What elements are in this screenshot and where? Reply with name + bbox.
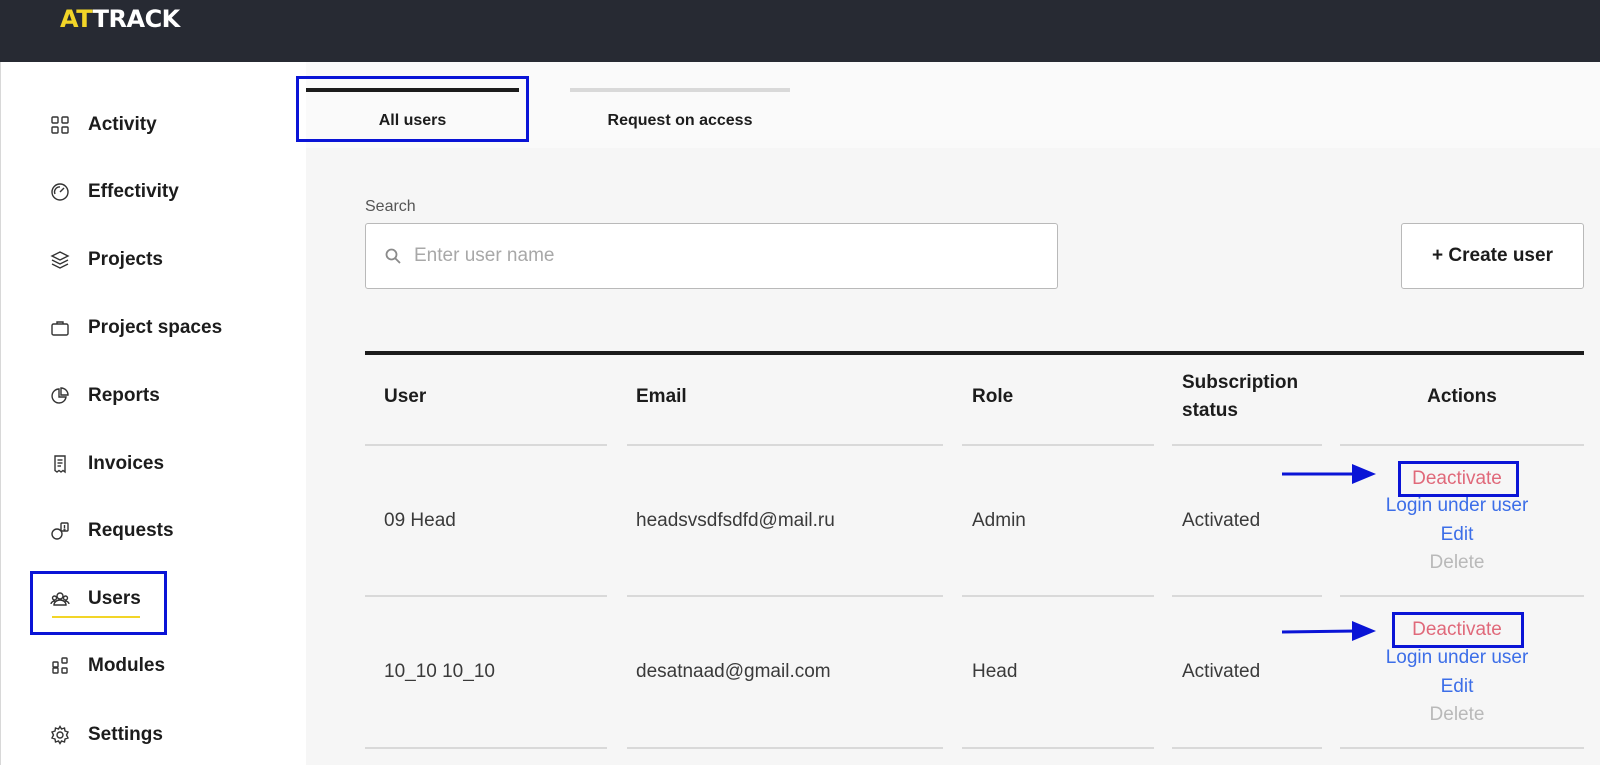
all-users-highlight-box (296, 76, 529, 142)
cell-divider (365, 444, 607, 446)
cell-user: 09 Head (384, 510, 456, 531)
cell-divider (365, 595, 607, 597)
cell-divider (962, 747, 1154, 749)
cell-divider (1340, 747, 1584, 749)
sidebar-item-requests[interactable]: Requests (50, 511, 174, 551)
column-header-actions: Actions (1427, 386, 1497, 407)
tab-indicator (570, 88, 790, 92)
cell-divider (962, 444, 1154, 446)
arrow-pointer-icon (1282, 464, 1376, 484)
login-under-user-link[interactable]: Login under user (1357, 494, 1557, 518)
column-header-email: Email (636, 386, 687, 407)
cell-subscription-status: Activated (1182, 510, 1261, 531)
app-logo[interactable]: ATTRACK (60, 5, 180, 33)
sidebar-item-label: Projects (88, 249, 163, 270)
briefcase-icon (50, 318, 70, 338)
edit-link[interactable]: Edit (1357, 675, 1557, 699)
cell-divider (1172, 747, 1322, 749)
grid-icon (50, 115, 70, 135)
sidebar-item-reports[interactable]: Reports (50, 376, 160, 416)
deactivate-highlight-box (1392, 612, 1524, 648)
request-icon (50, 521, 70, 541)
cell-subscription-status: Activated (1182, 661, 1261, 682)
sidebar-item-label: Effectivity (88, 181, 179, 202)
cell-divider (627, 595, 943, 597)
sidebar-item-label: Activity (88, 114, 157, 135)
logo-text: TRACK (92, 5, 181, 33)
delete-link[interactable]: Delete (1357, 551, 1557, 575)
cell-divider (1340, 595, 1584, 597)
cell-divider (962, 595, 1154, 597)
table-top-border (365, 351, 1584, 355)
sidebar-item-label: Invoices (88, 453, 165, 474)
cell-divider (1172, 595, 1322, 597)
gauge-icon (50, 182, 70, 202)
sidebar-item-project-spaces[interactable]: Project spaces (50, 308, 222, 348)
sidebar-item-label: Project spaces (88, 317, 223, 338)
column-header-user: User (384, 386, 427, 407)
search-icon (384, 247, 402, 265)
pie-chart-icon (50, 386, 70, 406)
sidebar-item-label: Settings (88, 724, 163, 745)
cell-email: headsvsdfsdfd@mail.ru (636, 510, 835, 531)
users-highlight-box (30, 571, 167, 635)
cell-divider (627, 444, 943, 446)
column-header-subscription-status: Subscription status (1182, 372, 1299, 421)
search-input[interactable] (414, 245, 1034, 267)
sidebar-item-label: Requests (88, 520, 174, 541)
create-user-button[interactable]: + Create user (1401, 223, 1584, 289)
sidebar-item-activity[interactable]: Activity (50, 105, 157, 145)
edit-link[interactable]: Edit (1357, 523, 1557, 547)
cell-divider (365, 747, 607, 749)
logo-accent: AT (60, 5, 93, 33)
tab-label: Request on access (607, 112, 753, 129)
receipt-icon (50, 454, 70, 474)
modules-icon (50, 656, 70, 676)
top-bar: ATTRACK (0, 0, 1600, 62)
sidebar-item-settings[interactable]: Settings (50, 715, 163, 755)
cell-role: Admin (972, 510, 1026, 531)
arrow-pointer-icon (1281, 621, 1376, 641)
column-header-role: Role (972, 386, 1014, 407)
tab-request-on-access[interactable]: Request on access (570, 84, 790, 144)
cell-divider (627, 747, 943, 749)
gear-icon (50, 725, 70, 745)
cell-role: Head (972, 661, 1018, 682)
sidebar-item-modules[interactable]: Modules (50, 646, 165, 686)
layers-icon (50, 250, 70, 270)
cell-divider (1172, 444, 1322, 446)
sidebar-item-invoices[interactable]: Invoices (50, 444, 164, 484)
sidebar-item-effectivity[interactable]: Effectivity (50, 172, 179, 212)
cell-email: desatnaad@gmail.com (636, 661, 831, 682)
delete-link[interactable]: Delete (1357, 703, 1557, 727)
login-under-user-link[interactable]: Login under user (1357, 646, 1557, 670)
sidebar-item-projects[interactable]: Projects (50, 240, 163, 280)
sidebar-item-label: Modules (88, 655, 166, 676)
search-label: Search (365, 198, 416, 215)
cell-user: 10_10 10_10 (384, 661, 495, 682)
deactivate-highlight-box (1398, 461, 1519, 497)
cell-divider (1340, 444, 1584, 446)
sidebar-item-label: Reports (88, 385, 160, 406)
search-field[interactable] (365, 223, 1058, 289)
